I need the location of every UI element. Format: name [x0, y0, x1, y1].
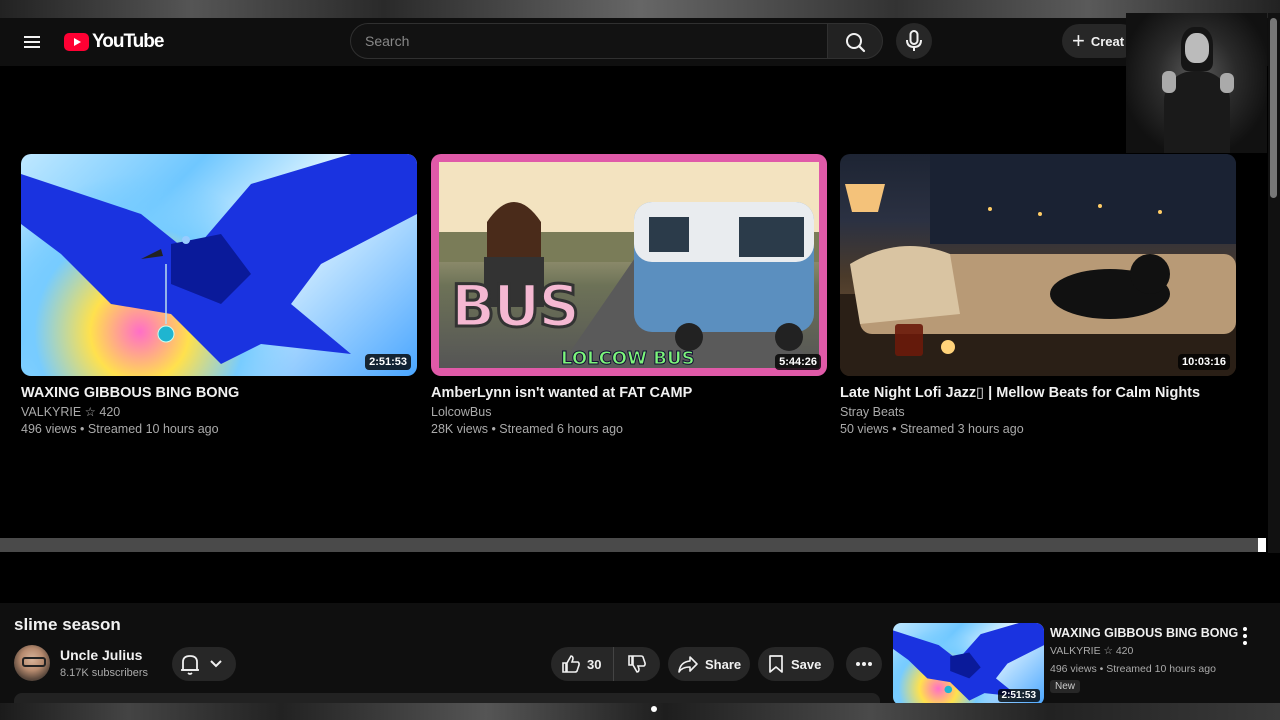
video-card[interactable]: BUS LOLCOW BUS 5:44:26 AmberLynn isn't w… — [431, 154, 827, 438]
logo-text: YouTube — [92, 31, 164, 52]
slider-dot — [651, 706, 657, 712]
new-badge: New — [1050, 680, 1081, 693]
more-actions-button[interactable] — [846, 647, 882, 681]
dislike-button[interactable] — [614, 647, 660, 681]
thumbs-down-icon — [628, 655, 646, 673]
watch-channel-name[interactable]: Uncle Julius — [60, 647, 142, 663]
search-input[interactable] — [351, 24, 827, 58]
subscriber-count: 8.17K subscribers — [60, 667, 149, 679]
watch-video-title: slime season — [14, 615, 121, 634]
horizontal-scrollbar-end — [1258, 538, 1266, 552]
save-button[interactable]: Save — [758, 647, 834, 681]
channel-name[interactable]: Stray Beats — [840, 404, 1236, 421]
thumbnail-text: BUS — [449, 271, 581, 342]
video-thumbnail[interactable]: 10:03:16 — [840, 154, 1236, 376]
horizontal-scrollbar[interactable] — [0, 538, 1258, 552]
youtube-play-icon — [64, 33, 89, 51]
thumbnail-brand: LOLCOW BUS — [561, 348, 696, 370]
channel-name[interactable]: LolcowBus — [431, 404, 827, 421]
video-title[interactable]: AmberLynn isn't wanted at FAT CAMP — [431, 383, 827, 403]
thumbs-up-icon — [562, 655, 580, 673]
video-meta: 496 views • Streamed 10 hours ago — [21, 422, 219, 436]
like-button[interactable]: 30 — [551, 647, 614, 681]
like-dislike-group: 30 — [551, 647, 660, 681]
youtube-logo[interactable]: YouTube — [64, 31, 164, 53]
share-icon — [678, 656, 698, 673]
bell-icon — [181, 655, 199, 675]
recommended-channel[interactable]: VALKYRIE ☆ 420 — [1050, 645, 1133, 657]
avatar[interactable] — [14, 645, 50, 681]
save-label: Save — [791, 656, 822, 672]
plus-icon: + — [1072, 28, 1085, 53]
video-meta: 50 views • Streamed 3 hours ago — [840, 422, 1024, 436]
video-duration: 5:44:26 — [775, 354, 821, 370]
bottom-background-strip — [0, 703, 1280, 720]
top-background-strip — [0, 0, 1280, 18]
lofi-room-artwork — [840, 154, 1236, 376]
notifications-button[interactable] — [172, 647, 236, 681]
video-thumbnail[interactable]: 2:51:53 — [21, 154, 417, 376]
recommended-meta: 496 views • Streamed 10 hours ago — [1050, 663, 1216, 675]
channel-name[interactable]: VALKYRIE ☆ 420 — [21, 404, 417, 421]
hamburger-icon — [24, 36, 40, 38]
video-duration: 2:51:53 — [365, 354, 411, 370]
like-count: 30 — [587, 656, 602, 672]
screen: YouTube + Creat — [0, 0, 1280, 720]
recommended-more-button[interactable] — [1236, 625, 1254, 647]
search-box — [350, 23, 828, 59]
create-label: Creat — [1090, 33, 1125, 49]
search-icon — [846, 33, 866, 53]
webcam-overlay — [1126, 13, 1267, 153]
recommended-title[interactable]: WAXING GIBBOUS BING BONG — [1050, 626, 1238, 640]
menu-button[interactable] — [20, 30, 44, 54]
video-duration: 10:03:16 — [1177, 354, 1230, 370]
video-card[interactable]: 10:03:16 Late Night Lofi Jazz▯ | Mellow … — [840, 154, 1236, 438]
bookmark-icon — [769, 655, 783, 673]
video-card[interactable]: 2:51:53 WAXING GIBBOUS BING BONG VALKYRI… — [21, 154, 417, 438]
video-meta: 28K views • Streamed 6 hours ago — [431, 422, 623, 436]
voice-search-button[interactable] — [896, 23, 932, 59]
more-horizontal-icon — [856, 662, 872, 666]
crow-artwork — [21, 154, 417, 364]
video-title[interactable]: WAXING GIBBOUS BING BONG — [21, 383, 417, 403]
microphone-icon — [906, 30, 922, 51]
more-vertical-icon — [1243, 627, 1247, 631]
share-label: Share — [705, 656, 742, 672]
video-thumbnail[interactable]: BUS LOLCOW BUS 5:44:26 — [431, 154, 827, 376]
recommended-thumbnail[interactable]: 2:51:53 — [893, 623, 1044, 705]
video-duration: 2:51:53 — [997, 689, 1040, 702]
video-title[interactable]: Late Night Lofi Jazz▯ | Mellow Beats for… — [840, 383, 1236, 403]
share-button[interactable]: Share — [668, 647, 750, 681]
chevron-down-icon — [210, 660, 222, 668]
search-button[interactable] — [827, 23, 883, 59]
scrollbar-thumb[interactable] — [1270, 18, 1277, 198]
masthead: YouTube + Creat — [0, 18, 1280, 66]
